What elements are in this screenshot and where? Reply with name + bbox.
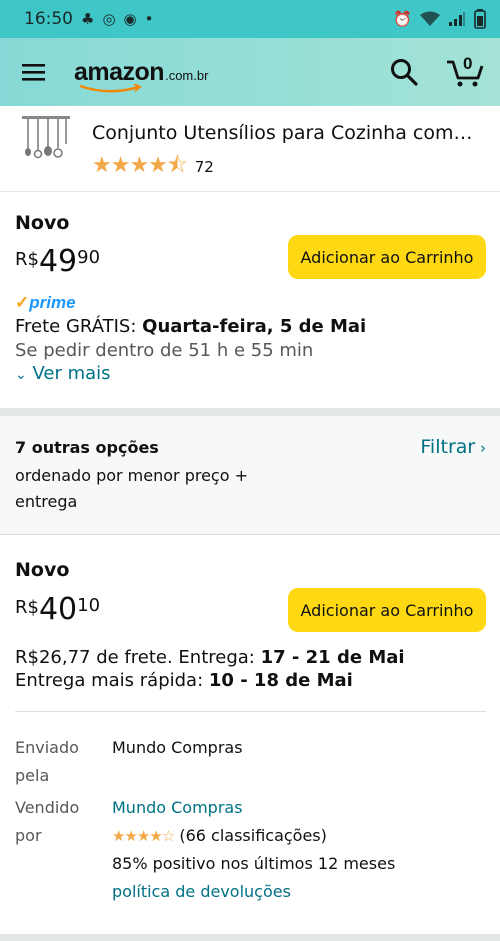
- price-fraction: 90: [77, 247, 101, 268]
- offer-condition: Novo: [15, 559, 70, 581]
- seller-link[interactable]: Mundo Compras: [112, 794, 395, 822]
- cart-count: 0: [463, 54, 473, 73]
- offer-condition: Novo: [15, 212, 70, 234]
- prime-label: prime: [29, 293, 76, 312]
- notification-icon: ♣: [81, 9, 95, 28]
- sold-by-label: Vendido por: [15, 798, 80, 845]
- wifi-icon: [420, 11, 440, 26]
- shipping-info: R$26,77 de frete. Entrega: 17 - 21 de Ma…: [15, 647, 486, 668]
- search-icon[interactable]: [390, 58, 418, 86]
- chevron-right-icon: ›: [475, 439, 486, 457]
- shipping-prefix: Frete GRÁTIS:: [15, 316, 143, 337]
- divider: [0, 534, 500, 535]
- logo-text: amazon: [74, 57, 165, 86]
- facebook-icon: ◉: [123, 9, 137, 28]
- more-dot-icon: •: [144, 9, 154, 28]
- status-bar: 16:50 ♣ ◎ ◉ • ⏰: [0, 0, 500, 38]
- app-header: amazon .com.br 0: [0, 38, 500, 106]
- section-divider: [0, 934, 500, 941]
- whatsapp-icon: ◎: [102, 9, 116, 28]
- shipped-by-value: Mundo Compras: [112, 738, 243, 757]
- divider: [15, 711, 486, 712]
- product-thumbnail: [22, 116, 70, 159]
- section-divider: [0, 408, 500, 416]
- prime-badge: ✓prime: [15, 293, 486, 313]
- add-to-cart-button[interactable]: Adicionar ao Carrinho: [288, 588, 486, 632]
- fast-delivery-info: Entrega mais rápida: 10 - 18 de Mai: [15, 670, 486, 691]
- other-options-sort: ordenado por menor preço + entrega: [15, 466, 248, 511]
- offer-card-1: Novo R$ 49 90 Adicionar ao Carrinho ✓pri…: [0, 212, 500, 384]
- other-options-title: 7 outras opções: [15, 438, 159, 457]
- shipped-by-label: Enviado pela: [15, 738, 79, 785]
- shipping-info: Frete GRÁTIS: Quarta-feira, 5 de Mai: [15, 316, 486, 337]
- alarm-icon: ⏰: [393, 9, 412, 28]
- chevron-down-icon: ⌄: [15, 367, 27, 383]
- seller-rating-count[interactable]: (66 classificações): [179, 826, 327, 845]
- hamburger-menu-icon[interactable]: [22, 62, 46, 82]
- prime-check-icon: ✓: [15, 293, 30, 312]
- price-whole: 40: [38, 592, 78, 627]
- price-currency: R$: [15, 597, 39, 618]
- order-cutoff: Se pedir dentro de 51 h e 55 min: [15, 340, 314, 361]
- seller-details: Enviado pela Mundo Compras Vendido por M…: [15, 734, 485, 906]
- offer-card-2: Novo R$ 40 10 Adicionar ao Carrinho R$26…: [0, 559, 500, 691]
- price-fraction: 10: [77, 595, 101, 616]
- offer-price: R$ 49 90: [15, 247, 100, 277]
- shipping-date: Quarta-feira, 5 de Mai: [142, 316, 367, 337]
- fast-delivery-dates: 10 - 18 de Mai: [208, 670, 353, 691]
- status-time: 16:50: [24, 9, 73, 29]
- shipping-dates: 17 - 21 de Mai: [260, 647, 405, 668]
- filter-label: Filtrar: [420, 436, 476, 458]
- product-rating-count[interactable]: 72: [195, 158, 214, 176]
- price-currency: R$: [15, 249, 39, 270]
- add-to-cart-button[interactable]: Adicionar ao Carrinho: [288, 235, 486, 279]
- signal-icon: [449, 12, 465, 26]
- returns-policy-link[interactable]: política de devoluções: [112, 878, 395, 906]
- logo-domain: .com.br: [165, 67, 209, 83]
- other-options-section: 7 outras opções ordenado por menor preço…: [0, 416, 500, 534]
- product-title[interactable]: Conjunto Utensílios para Cozinha com…: [92, 122, 484, 144]
- logo-smile-icon: [79, 83, 142, 92]
- shipping-prefix: R$26,77 de frete. Entrega:: [15, 647, 261, 668]
- amazon-logo[interactable]: amazon .com.br: [74, 57, 209, 92]
- battery-icon: [474, 9, 486, 29]
- seller-rating-stars: ★★★★☆: [112, 827, 175, 845]
- filter-button[interactable]: Filtrar ›: [420, 436, 486, 458]
- see-more-label: Ver mais: [32, 363, 111, 384]
- fast-delivery-prefix: Entrega mais rápida:: [15, 670, 209, 691]
- see-more-link[interactable]: ⌄ Ver mais: [15, 363, 486, 384]
- offer-price: R$ 40 10: [15, 595, 100, 625]
- product-summary[interactable]: Conjunto Utensílios para Cozinha com… ★★…: [0, 106, 500, 192]
- seller-positive: 85% positivo nos últimos 12 meses: [112, 854, 396, 873]
- product-rating-stars: ★★★★⯪: [92, 153, 188, 178]
- cart-button[interactable]: 0: [446, 54, 484, 88]
- price-whole: 49: [38, 244, 78, 279]
